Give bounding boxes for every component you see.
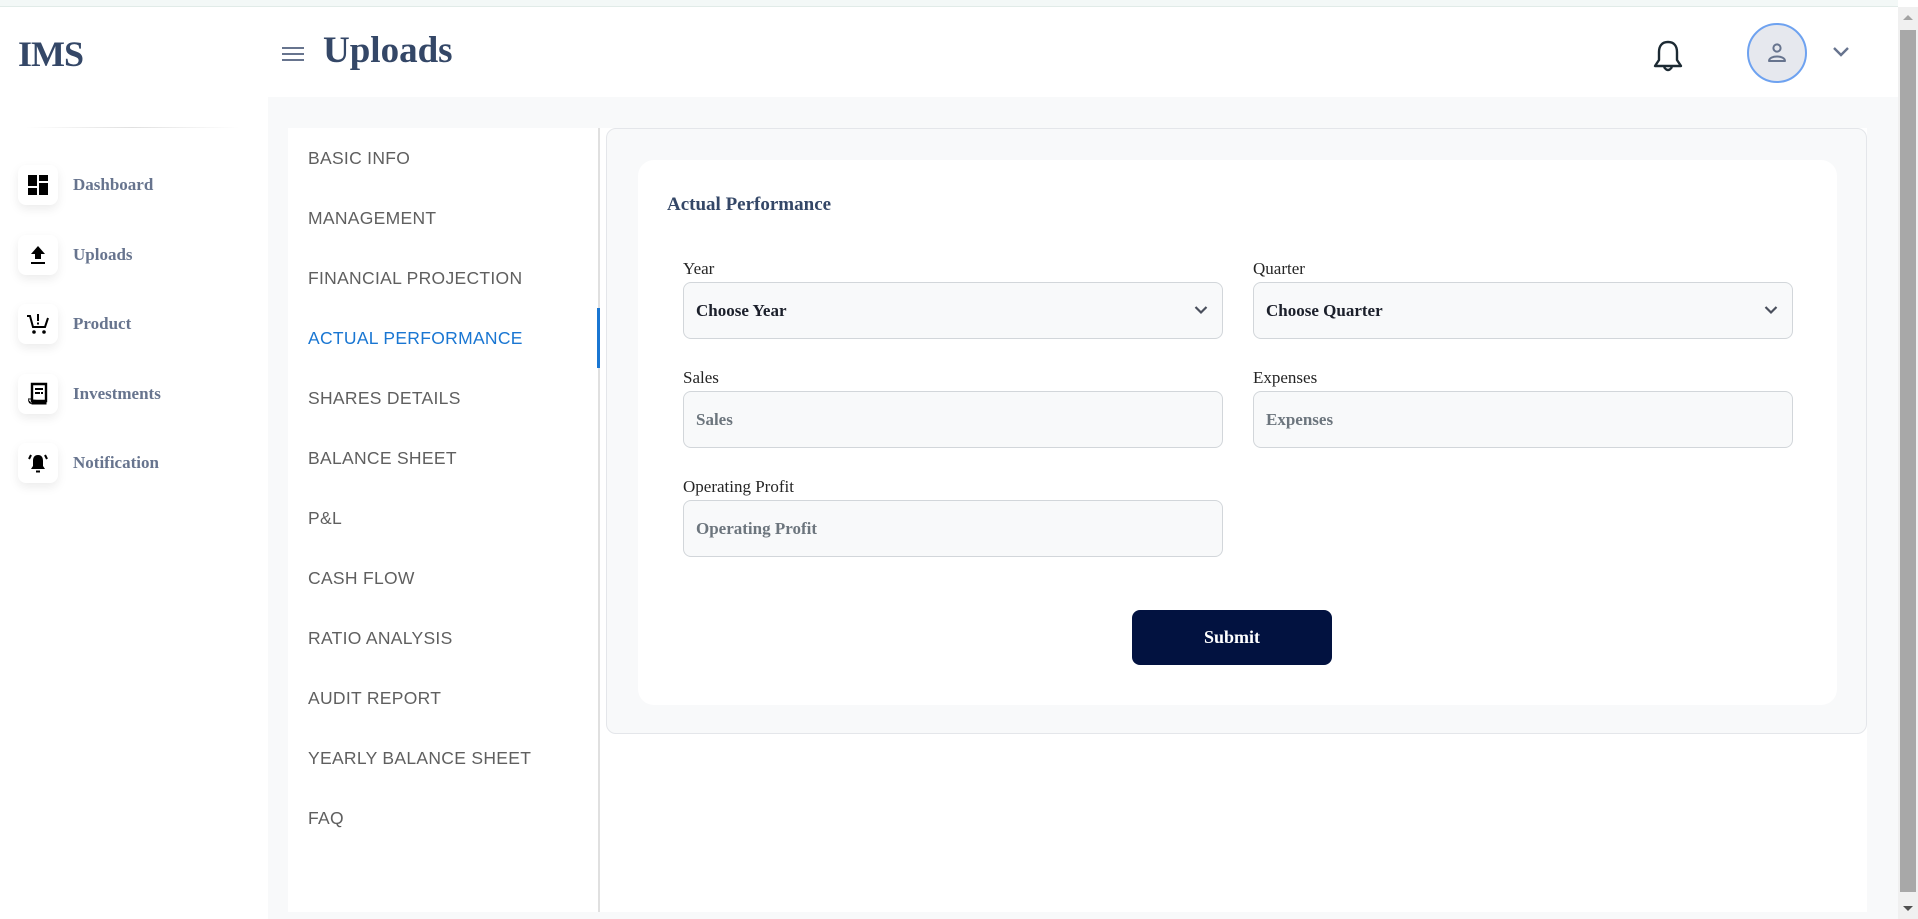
tab-audit-report[interactable]: AUDIT REPORT (308, 668, 598, 728)
tab-p-and-l[interactable]: P&L (308, 488, 598, 548)
sales-field: Sales (683, 367, 1223, 448)
sidebar-item-label: Product (73, 314, 132, 333)
uploads-panel: BASIC INFO MANAGEMENT FINANCIAL PROJECTI… (288, 128, 1867, 912)
submit-button[interactable]: Submit (1132, 610, 1332, 665)
form-title: Actual Performance (667, 194, 832, 215)
sidebar-item-dashboard[interactable]: Dashboard (18, 165, 161, 205)
operating-profit-label: Operating Profit (683, 477, 794, 496)
actual-performance-form: Actual Performance Year Choose Year Quar… (638, 160, 1837, 705)
page-scrollbar[interactable] (1898, 7, 1918, 919)
cart-icon (18, 304, 58, 344)
sales-input[interactable] (696, 409, 1210, 430)
sidebar-item-label: Uploads (73, 244, 133, 264)
active-tab-indicator (597, 308, 600, 368)
tab-faq[interactable]: FAQ (308, 788, 598, 848)
page-title: Uploads (323, 30, 453, 71)
browser-top-stripe (0, 0, 1898, 7)
year-select[interactable]: Choose Year (683, 282, 1223, 339)
tab-content-card: Actual Performance Year Choose Year Quar… (606, 128, 1867, 734)
user-avatar-button[interactable] (1747, 23, 1807, 83)
sidebar-item-label: Dashboard (73, 175, 154, 194)
quarter-select-value: Choose Quarter (1266, 300, 1383, 320)
scroll-down-arrow-icon[interactable] (1903, 906, 1913, 911)
expenses-input-wrapper (1253, 391, 1793, 448)
upload-icon (18, 234, 58, 275)
expenses-label: Expenses (1253, 368, 1318, 387)
sidebar-item-uploads[interactable]: Uploads (18, 234, 161, 275)
sidebar-item-investments[interactable]: Investments (18, 373, 161, 414)
tab-balance-sheet[interactable]: BALANCE SHEET (308, 428, 598, 488)
chevron-down-icon (1194, 306, 1208, 315)
hamburger-menu-icon[interactable] (282, 47, 304, 63)
quarter-select[interactable]: Choose Quarter (1253, 282, 1793, 339)
tab-actual-performance[interactable]: ACTUAL PERFORMANCE (308, 308, 598, 368)
scroll-up-arrow-icon[interactable] (1903, 15, 1913, 20)
receipt-icon (18, 373, 58, 414)
tab-basic-info[interactable]: BASIC INFO (308, 128, 598, 188)
sidebar-item-label: Notification (73, 453, 159, 472)
sales-input-wrapper (683, 391, 1223, 448)
notifications-button[interactable] (1650, 37, 1686, 75)
sidebar: IMS Dashboard Uploads Product Investment… (0, 7, 268, 919)
operating-profit-input-wrapper (683, 500, 1223, 557)
tab-cash-flow[interactable]: CASH FLOW (308, 548, 598, 608)
operating-profit-field: Operating Profit (683, 476, 1223, 557)
sidebar-divider (25, 127, 240, 128)
top-header: Uploads (268, 7, 1898, 97)
quarter-label: Quarter (1253, 259, 1305, 278)
chevron-down-icon (1764, 306, 1778, 315)
bell-ring-icon (18, 443, 58, 483)
sidebar-nav: Dashboard Uploads Product Investments No… (18, 165, 161, 513)
sidebar-item-label: Investments (73, 383, 161, 403)
tab-ratio-analysis[interactable]: RATIO ANALYSIS (308, 608, 598, 668)
bell-icon (1653, 40, 1683, 72)
vertical-tabs: BASIC INFO MANAGEMENT FINANCIAL PROJECTI… (288, 128, 600, 912)
user-icon (1768, 43, 1786, 62)
tab-yearly-balance-sheet[interactable]: YEARLY BALANCE SHEET (308, 728, 598, 788)
tab-financial-projection[interactable]: FINANCIAL PROJECTION (308, 248, 598, 308)
dashboard-icon (18, 165, 58, 205)
chevron-down-icon[interactable] (1832, 45, 1850, 59)
sales-label: Sales (683, 368, 719, 387)
operating-profit-input[interactable] (696, 518, 1210, 539)
sidebar-item-notification[interactable]: Notification (18, 443, 161, 483)
year-select-value: Choose Year (696, 300, 787, 320)
tab-management[interactable]: MANAGEMENT (308, 188, 598, 248)
year-label: Year (683, 259, 715, 278)
tab-shares-details[interactable]: SHARES DETAILS (308, 368, 598, 428)
expenses-field: Expenses (1253, 367, 1793, 448)
year-field: Year Choose Year (683, 258, 1223, 339)
quarter-field: Quarter Choose Quarter (1253, 258, 1793, 339)
scrollbar-thumb[interactable] (1900, 30, 1916, 892)
app-logo: IMS (18, 34, 84, 74)
sidebar-item-product[interactable]: Product (18, 304, 161, 344)
expenses-input[interactable] (1266, 409, 1780, 430)
